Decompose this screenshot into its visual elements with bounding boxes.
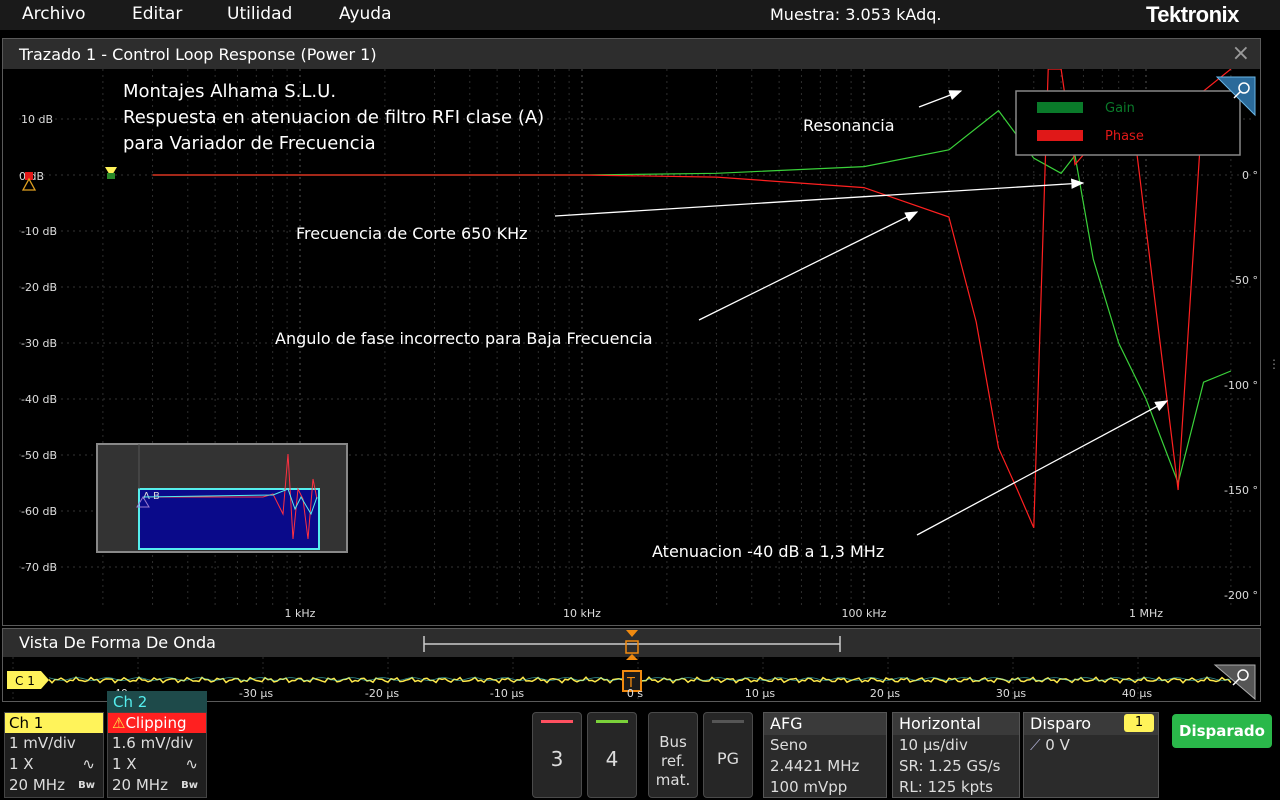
x-tick-label: 1 MHz — [1129, 607, 1163, 620]
overview-bracket[interactable] — [0, 628, 1280, 660]
menu-utilidad[interactable]: Utilidad — [227, 4, 292, 24]
gain-trace — [152, 109, 1232, 485]
bandwidth-limit-icon: Bw — [181, 780, 198, 791]
x-tick-label: 100 kHz — [842, 607, 887, 620]
ch1-scale: 1 mV/div — [9, 734, 76, 752]
ch1-marker-label: C 1 — [15, 674, 35, 688]
ch2-probe: 1 X ∿ — [112, 755, 198, 773]
time-tick-label: 20 µs — [870, 687, 900, 700]
ch2-bandwidth: 20 MHz Bw — [112, 776, 198, 794]
arrow-resonance — [918, 90, 963, 108]
run-status-button[interactable]: Disparado — [1172, 714, 1272, 748]
trigger-source-badge: 1 — [1124, 714, 1154, 732]
menu-bar: Archivo Editar Utilidad Ayuda Muestra: 3… — [0, 0, 1280, 30]
time-axis-labels: -30 µs -20 µs -10 µs 0 s 10 µs 20 µs 30 µs 40 µ… — [114, 687, 1152, 700]
warning-icon: ⚠ — [112, 714, 126, 732]
horizontal-box[interactable]: Horizontal 10 µs/div SR: 1.25 GS/s RL: 1… — [892, 712, 1020, 798]
bus-ref-math-button[interactable]: Bus ref. mat. — [648, 712, 698, 798]
legend-phase: Phase — [1105, 129, 1144, 144]
bode-plot[interactable]: 10 dB -10 dB -20 dB -30 dB -40 dB -50 dB -60 d… — [3, 69, 1260, 625]
y-left-tick-label: -10 dB — [21, 225, 57, 238]
ch2-tab[interactable]: Ch 2 — [107, 691, 207, 713]
zero-marker[interactable]: 0 dB — [19, 167, 117, 191]
y-right-tick-label: -50 ° — [1231, 274, 1258, 287]
ch3-button[interactable]: 3 — [532, 712, 582, 798]
legend-gain: Gain — [1105, 101, 1135, 116]
ch1-badge[interactable]: Ch 1 1 mV/div 1 X ∿ 20 MHz Bw — [4, 712, 104, 798]
annotation-resonance: Resonancia — [803, 116, 895, 135]
ch1-head: Ch 1 — [5, 713, 103, 733]
y-left-tick-label: -20 dB — [21, 281, 57, 294]
ch2-scale: 1.6 mV/div — [112, 734, 194, 752]
close-icon[interactable]: × — [1232, 41, 1250, 66]
y-left-tick-label: -30 dB — [21, 337, 57, 350]
ch4-button[interactable]: 4 — [587, 712, 637, 798]
y-left-tick-label: -40 dB — [21, 393, 57, 406]
y-right-tick-label: -150 ° — [1224, 484, 1258, 497]
annotation-title-line-2: Respuesta en atenuacion de filtro RFI cl… — [123, 107, 544, 128]
trigger-level: ⟋ 0 V — [1030, 736, 1070, 754]
time-tick-label: 30 µs — [996, 687, 1026, 700]
annotation-phase: Angulo de fase incorrecto para Baja Frec… — [275, 329, 653, 348]
arrow-attenuation — [916, 400, 1169, 536]
time-tick-label: -10 µs — [490, 687, 524, 700]
plot-header: Trazado 1 - Control Loop Response (Power… — [3, 39, 1260, 69]
ac-coupling-icon: ∿ — [82, 755, 95, 773]
plot-title: Trazado 1 - Control Loop Response (Power… — [19, 45, 377, 64]
overview-inset[interactable]: A B — [96, 443, 348, 553]
ch1-marker[interactable]: C 1 — [7, 671, 49, 689]
y-left-tick-label: -70 dB — [21, 561, 57, 574]
y-right-tick-label: -200 ° — [1224, 589, 1258, 602]
arrow-phase — [698, 211, 919, 321]
menu-ayuda[interactable]: Ayuda — [339, 4, 392, 24]
ch1-bandwidth: 20 MHz Bw — [9, 776, 95, 794]
time-tick-label: 10 µs — [745, 687, 775, 700]
ch1-probe: 1 X ∿ — [9, 755, 95, 773]
side-handle-icon[interactable]: ⋮ — [1268, 358, 1280, 390]
annotation-attenuation: Atenuacion -40 dB a 1,3 MHz — [652, 542, 884, 561]
y-left-tick-label: -60 dB — [21, 505, 57, 518]
annotation-title-line-3: para Variador de Frecuencia — [123, 133, 376, 154]
time-tick-label: 40 µs — [1122, 687, 1152, 700]
x-tick-label: 10 kHz — [563, 607, 601, 620]
y-right-tick-label: -100 ° — [1224, 379, 1258, 392]
plot-panel: Trazado 1 - Control Loop Response (Power… — [2, 38, 1261, 626]
tektronix-logo: Tektronix — [1146, 2, 1239, 27]
ch2-head: ⚠Clipping — [108, 713, 206, 733]
pg-button[interactable]: PG — [703, 712, 753, 798]
y-left-tick-label: 10 dB — [21, 113, 53, 126]
menu-archivo[interactable]: Archivo — [22, 4, 86, 24]
x-tick-label: 1 kHz — [285, 607, 316, 620]
acquisition-count: Muestra: 3.053 kAdq. — [770, 5, 942, 24]
waveform-zoom-icon[interactable] — [1213, 664, 1256, 701]
time-tick-label: -30 µs — [239, 687, 273, 700]
y-left-tick-label: -50 dB — [21, 449, 57, 462]
afg-box[interactable]: AFG Seno 2.4421 MHz 100 mVpp — [763, 712, 887, 798]
plot-legend[interactable]: Gain Phase — [1015, 90, 1241, 156]
ac-coupling-icon: ∿ — [185, 755, 198, 773]
time-tick-label: -20 µs — [365, 687, 399, 700]
menu-editar[interactable]: Editar — [132, 4, 182, 24]
rising-edge-icon: ⟋ — [1030, 736, 1041, 754]
bandwidth-limit-icon: Bw — [78, 780, 95, 791]
y-right-tick-label: 0 ° — [1242, 169, 1258, 182]
ch2-badge[interactable]: ⚠Clipping 1.6 mV/div 1 X ∿ 20 MHz Bw — [107, 712, 207, 798]
annotation-cutoff: Frecuencia de Corte 650 KHz — [296, 224, 528, 243]
annotation-title-line-1: Montajes Alhama S.L.U. — [123, 81, 336, 102]
arrow-cutoff — [554, 178, 1085, 217]
time-tick-label: 0 s — [627, 687, 643, 700]
